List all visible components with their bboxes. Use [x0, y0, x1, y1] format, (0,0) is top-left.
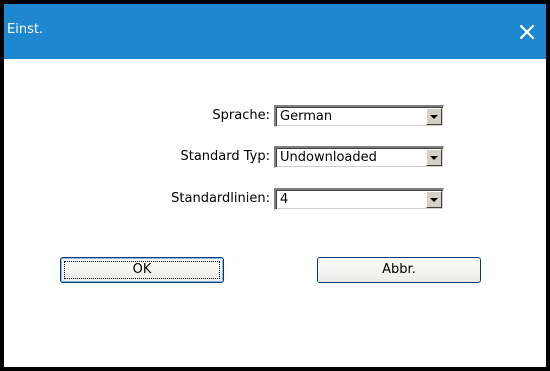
chevron-down-icon[interactable]	[426, 191, 442, 208]
window-title: Einst.	[7, 22, 44, 37]
default-lines-select[interactable]: 4	[274, 188, 444, 210]
cancel-button-label: Abbr.	[382, 262, 416, 277]
language-value: German	[280, 109, 333, 124]
dialog-window: Einst. Sprache: German Standard Typ: Und…	[0, 0, 550, 371]
ok-button[interactable]: OK	[60, 257, 224, 283]
language-label: Sprache:	[212, 108, 270, 123]
title-bar[interactable]: Einst.	[4, 4, 546, 59]
chevron-down-icon[interactable]	[426, 108, 442, 125]
ok-button-label: OK	[132, 262, 152, 277]
cancel-button[interactable]: Abbr.	[317, 257, 481, 283]
close-icon	[519, 24, 535, 40]
language-select[interactable]: German	[274, 105, 444, 127]
default-type-value: Undownloaded	[280, 150, 377, 165]
default-type-select[interactable]: Undownloaded	[274, 146, 444, 168]
default-type-label: Standard Typ:	[180, 149, 270, 164]
close-button[interactable]	[516, 21, 538, 43]
default-lines-label: Standardlinien:	[171, 191, 270, 206]
dialog-body: Sprache: German Standard Typ: Undownload…	[4, 59, 546, 367]
default-lines-value: 4	[280, 192, 289, 207]
chevron-down-icon[interactable]	[426, 149, 442, 166]
